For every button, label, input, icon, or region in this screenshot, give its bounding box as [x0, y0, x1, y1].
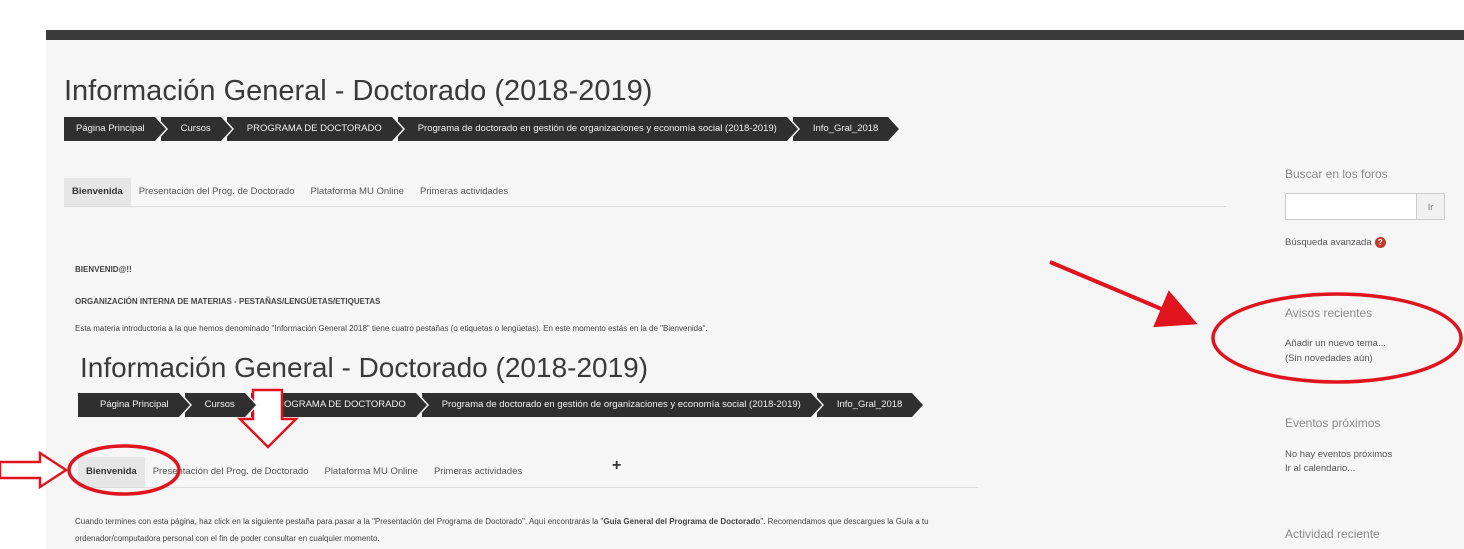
embedded-breadcrumb-courses: Cursos	[184, 393, 258, 417]
breadcrumb-home[interactable]: Página Principal	[64, 117, 168, 141]
embedded-breadcrumb-course: Programa de doctorado en gestión de orga…	[421, 393, 824, 417]
page-title: Información General - Doctorado (2018-20…	[64, 75, 653, 107]
embedded-breadcrumb-program: PROGRAMA DE DOCTORADO	[250, 393, 429, 417]
embedded-breadcrumb-current: Info_Gral_2018	[816, 393, 925, 417]
embedded-tab-bienvenida: Bienvenida	[78, 457, 145, 487]
advanced-search-link[interactable]: Búsqueda avanzada?	[1285, 237, 1386, 248]
footer-text-line2: ordenador/computadora personal con el fi…	[75, 534, 380, 543]
breadcrumb-program[interactable]: PROGRAMA DE DOCTORADO	[226, 117, 405, 141]
add-tab-icon: +	[612, 457, 622, 474]
recent-activity-heading: Actividad reciente	[1285, 527, 1380, 541]
embedded-tab-primeras-actividades: Primeras actividades	[433, 466, 523, 477]
tab-presentacion[interactable]: Presentación del Prog. de Doctorado	[131, 178, 303, 206]
events-heading: Eventos próximos	[1285, 416, 1381, 430]
no-events-text: No hay eventos próximos	[1285, 449, 1393, 460]
search-forums-heading: Buscar en los foros	[1285, 167, 1388, 181]
search-go-button[interactable]: Ir	[1416, 193, 1445, 220]
news-heading: Avisos recientes	[1285, 306, 1373, 320]
embedded-breadcrumb: Página Principal Cursos PROGRAMA DE DOCT…	[78, 393, 925, 417]
tab-bienvenida[interactable]: Bienvenida	[64, 178, 131, 206]
calendar-link[interactable]: Ir al calendario...	[1285, 463, 1355, 474]
footer-text-line1: Cuando termines con esta página, haz cli…	[75, 517, 929, 526]
add-topic-link[interactable]: Añadir un nuevo tema...	[1285, 338, 1386, 349]
top-navbar	[46, 30, 1464, 40]
tab-primeras-actividades[interactable]: Primeras actividades	[412, 178, 516, 206]
content-heading: BIENVENID@!!	[75, 265, 132, 274]
content-subheading: ORGANIZACIÓN INTERNA DE MATERIAS - PESTA…	[75, 297, 381, 306]
embedded-tab-presentacion: Presentación del Prog. de Doctorado	[152, 466, 309, 477]
embedded-title: Información General - Doctorado (2018-20…	[80, 352, 649, 383]
help-icon[interactable]: ?	[1374, 237, 1386, 248]
embedded-breadcrumb-home: Página Principal	[78, 393, 192, 417]
embedded-tab-plataforma: Plataforma MU Online	[324, 466, 418, 477]
embedded-tab-bar: Bienvenida Presentación del Prog. de Doc…	[78, 457, 978, 488]
no-news-text: (Sin novedades aún)	[1285, 353, 1373, 364]
breadcrumb: Página Principal Cursos PROGRAMA DE DOCT…	[64, 117, 899, 141]
tab-plataforma[interactable]: Plataforma MU Online	[302, 178, 411, 206]
guide-link-text: Guía General del Programa de Doctorado	[603, 517, 761, 526]
breadcrumb-courses[interactable]: Cursos	[160, 117, 234, 141]
content-paragraph: Esta materia introductoria a la que hemo…	[75, 324, 708, 333]
breadcrumb-course[interactable]: Programa de doctorado en gestión de orga…	[397, 117, 800, 141]
tab-bar: Bienvenida Presentación del Prog. de Doc…	[64, 178, 1226, 207]
breadcrumb-current[interactable]: Info_Gral_2018	[792, 117, 899, 141]
